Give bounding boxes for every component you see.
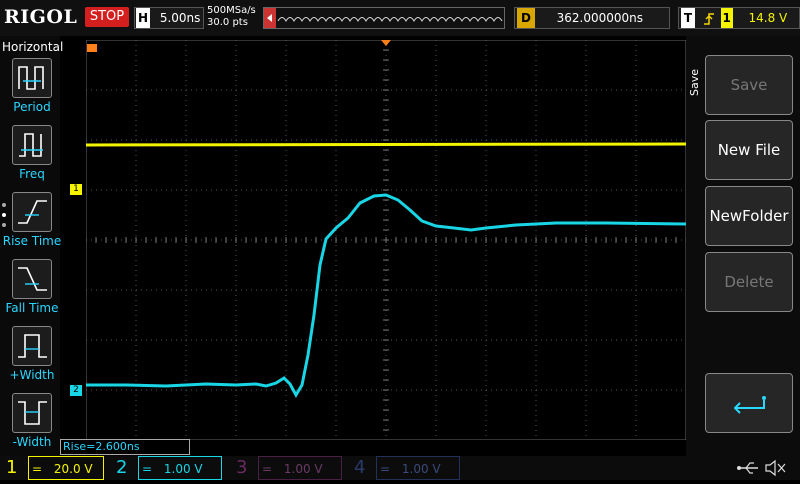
ch2-scale: 1.00 V bbox=[163, 462, 203, 476]
ch4-number[interactable]: 4 bbox=[354, 456, 365, 480]
measure-negative-width-label: -Width bbox=[12, 435, 52, 449]
return-arrow-icon bbox=[733, 396, 766, 414]
timebase-box[interactable]: H 5.00ns bbox=[134, 7, 204, 29]
measure-positive-width[interactable]: +Width bbox=[5, 326, 60, 390]
new-folder-button[interactable]: NewFolder bbox=[705, 186, 793, 246]
ch2-scale-box[interactable]: = 1.00 V bbox=[138, 456, 222, 480]
measure-frequency-label: Freq bbox=[19, 167, 45, 181]
save-menu-title: Save bbox=[688, 68, 701, 96]
rising-edge-icon bbox=[703, 12, 714, 25]
h-label: H bbox=[136, 8, 150, 28]
timebase-value: 5.00ns bbox=[159, 11, 201, 25]
measure-rise-time[interactable]: Rise Time bbox=[3, 192, 61, 256]
time-marker-left bbox=[87, 44, 97, 52]
rise-time-readout: Rise=2.600ns bbox=[60, 439, 190, 455]
measure-rise-time-label: Rise Time bbox=[2, 234, 62, 248]
ch3-scale-box[interactable]: = 1.00 V bbox=[258, 456, 342, 480]
ch3-coupling: = bbox=[262, 462, 273, 476]
ch1-scale: 20.0 V bbox=[53, 462, 93, 476]
ch3-scale: 1.00 V bbox=[283, 462, 323, 476]
t-label: T bbox=[681, 8, 695, 28]
measure-frequency[interactable]: Freq bbox=[5, 125, 60, 189]
memory-overview-strip[interactable] bbox=[263, 7, 505, 29]
trigger-position-marker bbox=[381, 40, 391, 46]
ch2-coupling: = bbox=[142, 462, 153, 476]
memory-depth: 30.0 pts bbox=[207, 17, 248, 28]
d-label: D bbox=[517, 8, 535, 28]
ch1-offset-marker[interactable]: 1 bbox=[70, 184, 82, 195]
measure-period[interactable]: Period bbox=[5, 58, 60, 122]
fall-time-icon bbox=[12, 259, 52, 299]
ch4-scale: 1.00 V bbox=[401, 462, 441, 476]
ch1-coupling: = bbox=[32, 462, 43, 476]
acquisition-info: 500MSa/s 30.0 pts bbox=[207, 5, 256, 29]
save-title-area: Save bbox=[686, 36, 704, 100]
menu-title: Horizontal bbox=[2, 40, 64, 54]
brand-logo: RIGOL bbox=[4, 6, 78, 28]
usb-icon bbox=[737, 462, 758, 474]
period-icon bbox=[12, 58, 52, 98]
measure-fall-time-label: Fall Time bbox=[5, 301, 59, 315]
measure-period-label: Period bbox=[13, 100, 51, 114]
delay-value: 362.000000ns bbox=[556, 11, 643, 25]
ch4-coupling: = bbox=[380, 462, 391, 476]
delay-box[interactable]: D 362.000000ns bbox=[514, 7, 670, 29]
new-file-button[interactable]: New File bbox=[705, 120, 793, 180]
ch1-number[interactable]: 1 bbox=[6, 456, 17, 480]
trigger-box[interactable]: T 1 14.8 V bbox=[678, 7, 800, 29]
sample-rate: 500MSa/s bbox=[207, 5, 256, 16]
rise-time-icon bbox=[12, 192, 52, 232]
grid-markers bbox=[87, 40, 391, 52]
delete-button[interactable]: Delete bbox=[705, 252, 793, 312]
memory-waveform-icon bbox=[264, 8, 503, 28]
trigger-level: 14.8 V bbox=[748, 11, 788, 25]
measure-positive-width-label: +Width bbox=[9, 368, 55, 382]
trigger-source: 1 bbox=[720, 8, 733, 28]
mute-icon[interactable] bbox=[765, 459, 786, 477]
page-indicator-dots bbox=[2, 203, 6, 227]
ch1-scale-box[interactable]: = 20.0 V bbox=[28, 456, 104, 480]
ch2-offset-marker[interactable]: 2 bbox=[70, 385, 82, 396]
negative-width-icon bbox=[12, 393, 52, 433]
measure-negative-width[interactable]: -Width bbox=[5, 393, 60, 457]
ch2-number[interactable]: 2 bbox=[116, 456, 127, 480]
run-stop-status[interactable]: STOP bbox=[85, 7, 129, 27]
save-button[interactable]: Save bbox=[705, 55, 793, 115]
ch4-scale-box[interactable]: = 1.00 V bbox=[376, 456, 460, 480]
positive-width-icon bbox=[12, 326, 52, 366]
measure-fall-time[interactable]: Fall Time bbox=[5, 259, 60, 323]
return-button[interactable] bbox=[705, 373, 793, 433]
system-status-area bbox=[706, 456, 798, 480]
ch3-number[interactable]: 3 bbox=[236, 456, 247, 480]
frequency-icon bbox=[12, 125, 52, 165]
